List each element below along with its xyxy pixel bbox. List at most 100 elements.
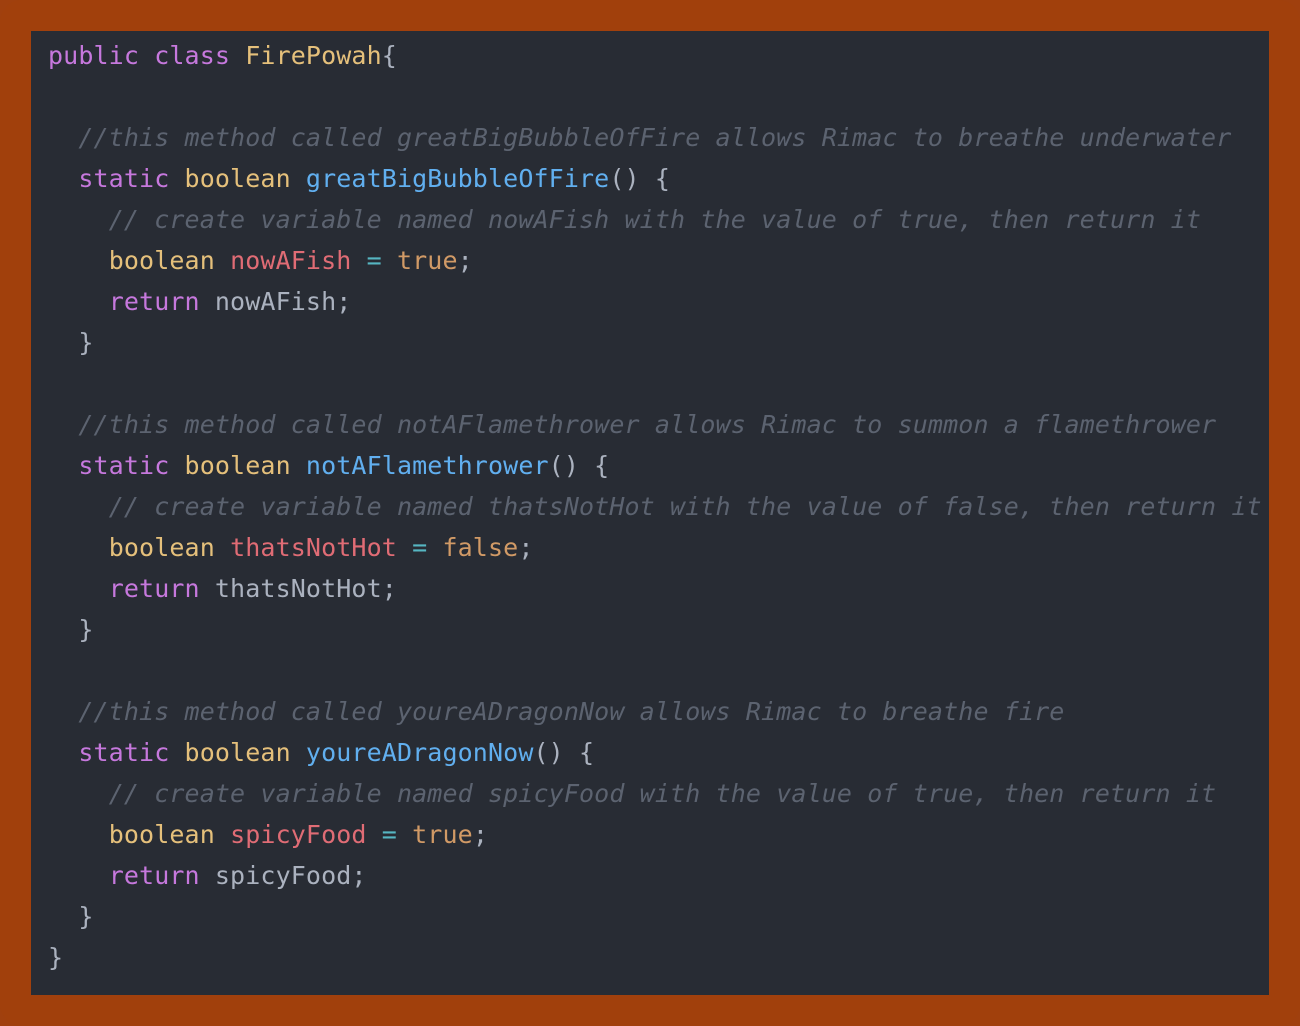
code-token: = xyxy=(412,533,428,562)
code-token: // create variable named spicyFood with … xyxy=(108,779,1217,808)
code-token: () { xyxy=(609,164,671,193)
code-token: youreADragonNow xyxy=(305,738,534,767)
code-token: greatBigBubbleOfFire xyxy=(305,164,610,193)
code-token: } xyxy=(78,902,94,931)
code-line: public class FirePowah{ xyxy=(48,35,1262,76)
code-line: } xyxy=(48,937,1262,978)
code-token: } xyxy=(78,328,94,357)
code-line: // create variable named thatsNotHot wit… xyxy=(48,486,1262,527)
code-editor[interactable]: public class FirePowah{ //this method ca… xyxy=(31,31,1269,995)
code-token: // create variable named nowAFish with t… xyxy=(108,205,1202,234)
code-token: FirePowah xyxy=(245,41,382,70)
code-token: = xyxy=(381,820,397,849)
code-token: public xyxy=(48,41,140,70)
code-token: boolean xyxy=(184,451,291,480)
code-line: //this method called youreADragonNow all… xyxy=(48,691,1262,732)
code-token: false xyxy=(442,533,519,562)
code-token: notAFlamethrower xyxy=(305,451,549,480)
code-line: static boolean youreADragonNow() { xyxy=(48,732,1262,773)
code-token: { xyxy=(381,41,397,70)
code-token: boolean xyxy=(108,533,215,562)
code-token: ; xyxy=(472,820,488,849)
code-token: () { xyxy=(548,451,610,480)
code-token: // create variable named thatsNotHot wit… xyxy=(108,492,1262,521)
code-line: return nowAFish; xyxy=(48,281,1262,322)
code-token: //this method called youreADragonNow all… xyxy=(78,697,1065,726)
code-line: static boolean notAFlamethrower() { xyxy=(48,445,1262,486)
code-token: true xyxy=(412,820,473,849)
code-token: thatsNotHot; xyxy=(199,574,397,603)
code-line: static boolean greatBigBubbleOfFire() { xyxy=(48,158,1262,199)
code-line: boolean thatsNotHot = false; xyxy=(48,527,1262,568)
code-token: //this method called greatBigBubbleOfFir… xyxy=(78,123,1232,152)
code-token: = xyxy=(366,246,382,275)
code-token: return xyxy=(108,574,200,603)
code-line: return spicyFood; xyxy=(48,855,1262,896)
code-token: static xyxy=(78,451,170,480)
code-token: boolean xyxy=(184,164,291,193)
code-token: spicyFood; xyxy=(199,861,367,890)
code-line: // create variable named spicyFood with … xyxy=(48,773,1262,814)
code-line: boolean spicyFood = true; xyxy=(48,814,1262,855)
code-line: } xyxy=(48,322,1262,363)
code-line: // create variable named nowAFish with t… xyxy=(48,199,1262,240)
code-token: spicyFood xyxy=(230,820,367,849)
code-token: return xyxy=(108,287,200,316)
code-token: } xyxy=(78,615,94,644)
code-token: ; xyxy=(457,246,473,275)
code-token: static xyxy=(78,164,170,193)
code-token: return xyxy=(108,861,200,890)
code-token: boolean xyxy=(108,820,215,849)
code-token: boolean xyxy=(108,246,215,275)
code-token: () { xyxy=(533,738,595,767)
code-token: ; xyxy=(518,533,534,562)
code-line: //this method called notAFlamethrower al… xyxy=(48,404,1262,445)
code-block: public class FirePowah{ //this method ca… xyxy=(48,35,1262,978)
code-token: //this method called notAFlamethrower al… xyxy=(78,410,1217,439)
code-line: return thatsNotHot; xyxy=(48,568,1262,609)
code-token: static xyxy=(78,738,170,767)
code-line: } xyxy=(48,896,1262,937)
code-line: //this method called greatBigBubbleOfFir… xyxy=(48,117,1262,158)
orange-frame: public class FirePowah{ //this method ca… xyxy=(0,0,1300,1026)
code-token: thatsNotHot xyxy=(230,533,397,562)
code-line: } xyxy=(48,609,1262,650)
code-line: boolean nowAFish = true; xyxy=(48,240,1262,281)
